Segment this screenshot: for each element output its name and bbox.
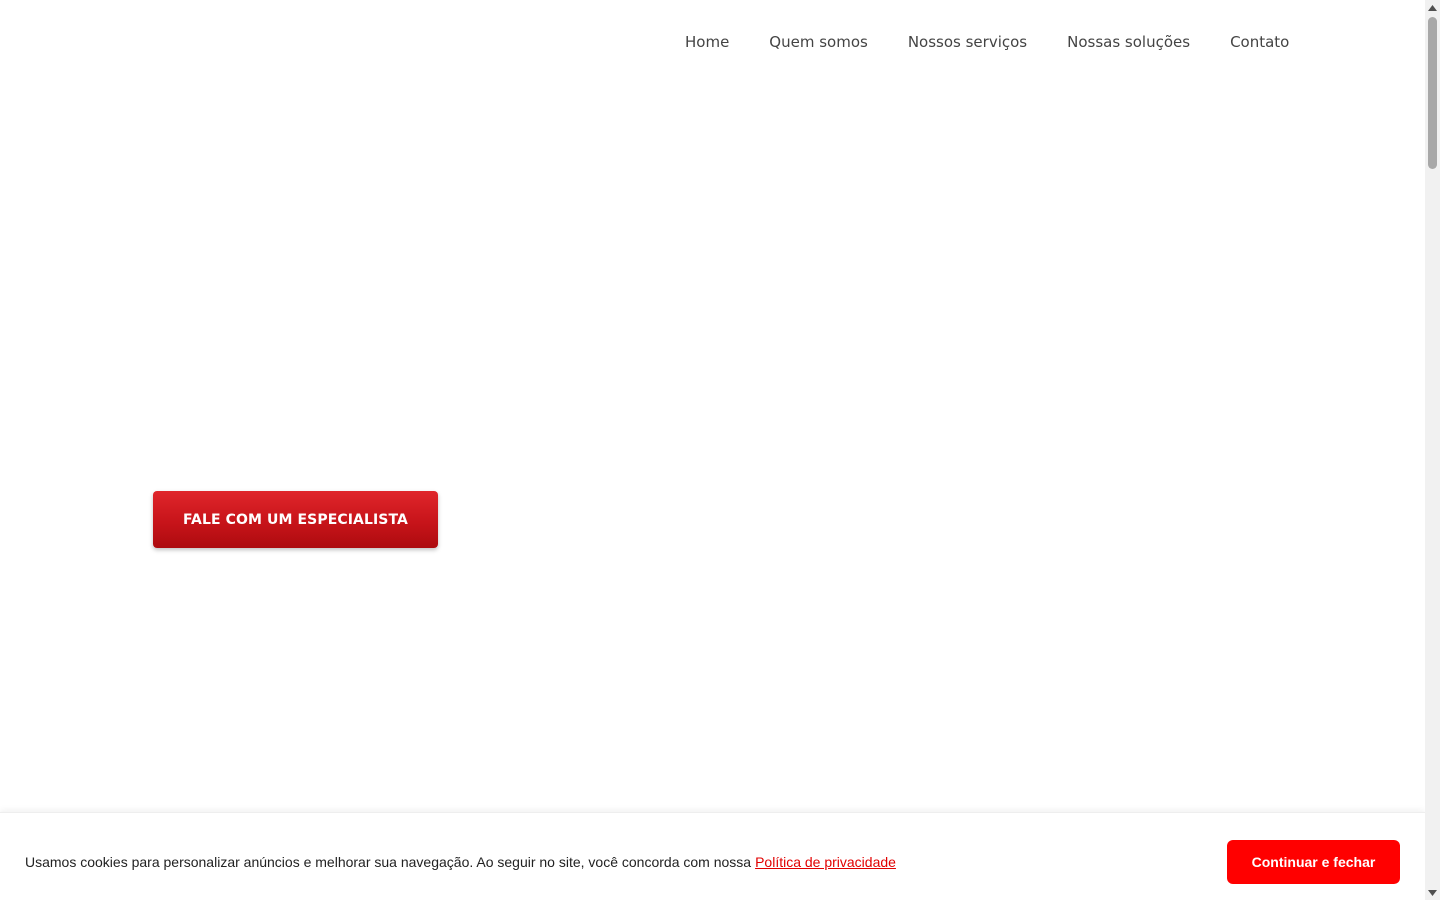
accept-cookies-button[interactable]: Continuar e fechar	[1227, 840, 1400, 884]
nav-item-contato[interactable]: Contato	[1210, 31, 1309, 53]
nav-item-quem-somos[interactable]: Quem somos	[749, 31, 888, 53]
cookie-message: Usamos cookies para personalizar anúncio…	[25, 853, 896, 871]
nav-item-home[interactable]: Home	[665, 31, 749, 53]
nav-item-nossos-servicos[interactable]: Nossos serviços	[888, 31, 1047, 53]
talk-to-specialist-button[interactable]: FALE COM UM ESPECIALISTA	[153, 491, 438, 548]
vertical-scrollbar[interactable]	[1425, 0, 1440, 900]
main-navigation: Home Quem somos Nossos serviços Nossas s…	[665, 31, 1309, 53]
chevron-up-icon[interactable]	[1425, 0, 1440, 15]
chevron-down-icon[interactable]	[1425, 885, 1440, 900]
cookie-message-text: Usamos cookies para personalizar anúncio…	[25, 854, 752, 870]
scrollbar-thumb[interactable]	[1428, 17, 1437, 169]
nav-item-nossas-solucoes[interactable]: Nossas soluções	[1047, 31, 1210, 53]
viewport: Home Quem somos Nossos serviços Nossas s…	[0, 0, 1425, 900]
privacy-policy-link[interactable]: Política de privacidade	[755, 854, 896, 870]
cookie-banner: Usamos cookies para personalizar anúncio…	[0, 812, 1425, 900]
page: Home Quem somos Nossos serviços Nossas s…	[0, 0, 1440, 900]
